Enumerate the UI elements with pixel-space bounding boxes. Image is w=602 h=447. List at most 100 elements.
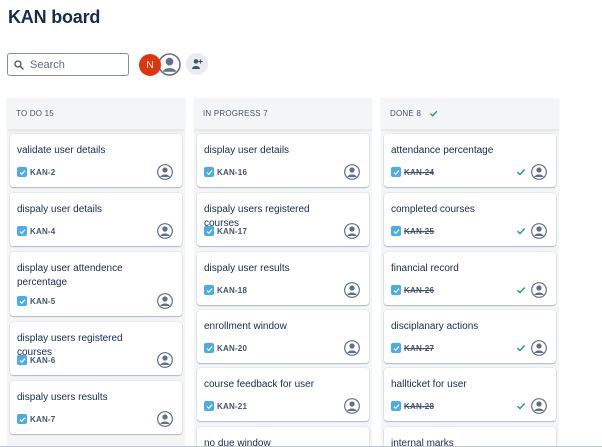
column-header[interactable]: DONE 8 bbox=[381, 98, 559, 130]
issue-key[interactable]: KAN-6 bbox=[30, 356, 55, 365]
assignee-avatar-icon[interactable] bbox=[157, 352, 173, 368]
issue-card[interactable]: no due window bbox=[197, 427, 369, 447]
issue-key[interactable]: KAN-25 bbox=[404, 227, 434, 236]
card-footer: KAN-16 bbox=[204, 167, 247, 177]
assignee-avatar-icon[interactable] bbox=[157, 293, 173, 309]
issue-card[interactable]: dispaly user details KAN-4 bbox=[10, 193, 182, 246]
story-checkbox-icon bbox=[204, 285, 214, 295]
card-footer: KAN-18 bbox=[204, 285, 247, 295]
issue-card[interactable]: attendance percentage KAN-24 bbox=[384, 134, 556, 187]
card-title: display user details bbox=[204, 145, 290, 156]
issue-card[interactable]: display users registered courses KAN-6 bbox=[10, 322, 182, 375]
card-footer: KAN-21 bbox=[204, 401, 247, 411]
issue-key[interactable]: KAN-17 bbox=[217, 227, 247, 236]
card-title: validate user details bbox=[17, 145, 106, 156]
issue-card[interactable]: hallticket for user KAN-28 bbox=[384, 368, 556, 421]
issue-card[interactable]: dispaly users results KAN-7 bbox=[10, 381, 182, 434]
column-title: DONE 8 bbox=[390, 109, 421, 118]
assignee-avatar-icon[interactable] bbox=[531, 398, 547, 414]
issue-card[interactable]: display user attendence percentage KAN-5 bbox=[10, 252, 182, 316]
done-check-icon bbox=[516, 286, 526, 294]
column-title: IN PROGRESS 7 bbox=[203, 109, 268, 118]
card-footer: KAN-2 bbox=[17, 167, 55, 177]
card-title: hallticket for user bbox=[391, 379, 467, 390]
add-people-button[interactable] bbox=[186, 53, 208, 75]
issue-key[interactable]: KAN-4 bbox=[30, 227, 55, 236]
column-in-progress: IN PROGRESS 7 display user details KAN-1… bbox=[194, 98, 372, 447]
kan-board-page: KAN board N TO DO 15 validate user detai… bbox=[0, 0, 602, 447]
card-title: dispaly user results bbox=[204, 263, 290, 274]
story-checkbox-icon bbox=[391, 167, 401, 177]
search-box[interactable] bbox=[7, 53, 129, 76]
issue-card[interactable]: dispaly user results KAN-18 bbox=[197, 252, 369, 305]
card-footer: KAN-4 bbox=[17, 226, 55, 236]
card-title: dispaly user details bbox=[17, 204, 103, 215]
story-checkbox-icon bbox=[17, 414, 27, 424]
done-check-icon bbox=[429, 110, 438, 117]
issue-card[interactable]: enrollment window KAN-20 bbox=[197, 310, 369, 363]
story-checkbox-icon bbox=[204, 167, 214, 177]
story-checkbox-icon bbox=[391, 226, 401, 236]
assignee-avatar-icon[interactable] bbox=[157, 223, 173, 239]
story-checkbox-icon bbox=[204, 343, 214, 353]
issue-card[interactable]: course feedback for user KAN-21 bbox=[197, 368, 369, 421]
issue-key[interactable]: KAN-20 bbox=[217, 344, 247, 353]
issue-card[interactable]: dispaly users registered courses KAN-17 bbox=[197, 193, 369, 246]
card-footer: KAN-17 bbox=[204, 226, 247, 236]
issue-key[interactable]: KAN-28 bbox=[404, 402, 434, 411]
column-header[interactable]: TO DO 15 bbox=[7, 98, 185, 130]
card-footer: KAN-26 bbox=[391, 285, 434, 295]
card-title: dispaly users results bbox=[17, 392, 108, 403]
story-checkbox-icon bbox=[391, 285, 401, 295]
story-checkbox-icon bbox=[204, 401, 214, 411]
assignee-avatar-icon[interactable] bbox=[344, 340, 360, 356]
story-checkbox-icon bbox=[17, 296, 27, 306]
assignee-avatar-icon[interactable] bbox=[344, 282, 360, 298]
card-footer: KAN-7 bbox=[17, 414, 55, 424]
assignee-avatar-icon[interactable] bbox=[157, 164, 173, 180]
issue-card[interactable]: disciplanary actions KAN-27 bbox=[384, 310, 556, 363]
add-people-icon bbox=[192, 59, 203, 69]
story-checkbox-icon bbox=[17, 167, 27, 177]
issue-key[interactable]: KAN-24 bbox=[404, 168, 434, 177]
done-check-icon bbox=[516, 402, 526, 410]
issue-card[interactable]: display user details KAN-16 bbox=[197, 134, 369, 187]
card-title: financial record bbox=[391, 263, 459, 274]
assignee-avatar-icon[interactable] bbox=[344, 164, 360, 180]
card-title: display user attendence percentage bbox=[17, 263, 123, 288]
column-header[interactable]: IN PROGRESS 7 bbox=[194, 98, 372, 130]
story-checkbox-icon bbox=[17, 226, 27, 236]
story-checkbox-icon bbox=[391, 343, 401, 353]
assignee-avatar-icon[interactable] bbox=[157, 411, 173, 427]
assignee-avatar-icon[interactable] bbox=[531, 340, 547, 356]
card-title: disciplanary actions bbox=[391, 321, 479, 332]
issue-key[interactable]: KAN-7 bbox=[30, 415, 55, 424]
avatar-initial: N bbox=[146, 59, 154, 71]
assignee-avatar-icon[interactable] bbox=[344, 223, 360, 239]
current-user-avatar[interactable]: N bbox=[139, 54, 161, 76]
issue-key[interactable]: KAN-16 bbox=[217, 168, 247, 177]
issue-card[interactable]: financial record KAN-26 bbox=[384, 252, 556, 305]
issue-key[interactable]: KAN-18 bbox=[217, 286, 247, 295]
story-checkbox-icon bbox=[17, 355, 27, 365]
assignee-avatar-icon[interactable] bbox=[531, 223, 547, 239]
user-avatar-icon bbox=[158, 53, 181, 76]
issue-card[interactable]: validate user details KAN-2 bbox=[10, 134, 182, 187]
assignee-avatar-icon[interactable] bbox=[531, 282, 547, 298]
assignee-avatar-icon[interactable] bbox=[531, 164, 547, 180]
card-footer: KAN-24 bbox=[391, 167, 434, 177]
issue-key[interactable]: KAN-21 bbox=[217, 402, 247, 411]
assignee-avatar-icon[interactable] bbox=[344, 398, 360, 414]
column-todo: TO DO 15 validate user details KAN-2 dis… bbox=[7, 98, 185, 447]
issue-key[interactable]: KAN-5 bbox=[30, 297, 55, 306]
search-input[interactable] bbox=[30, 58, 120, 71]
card-footer: KAN-6 bbox=[17, 355, 55, 365]
issue-key[interactable]: KAN-27 bbox=[404, 344, 434, 353]
card-footer: KAN-27 bbox=[391, 343, 434, 353]
issue-key[interactable]: KAN-2 bbox=[30, 168, 55, 177]
search-icon bbox=[14, 59, 24, 70]
issue-card[interactable]: completed courses KAN-25 bbox=[384, 193, 556, 246]
issue-card[interactable]: internal marks bbox=[384, 427, 556, 447]
card-footer: KAN-28 bbox=[391, 401, 434, 411]
issue-key[interactable]: KAN-26 bbox=[404, 286, 434, 295]
